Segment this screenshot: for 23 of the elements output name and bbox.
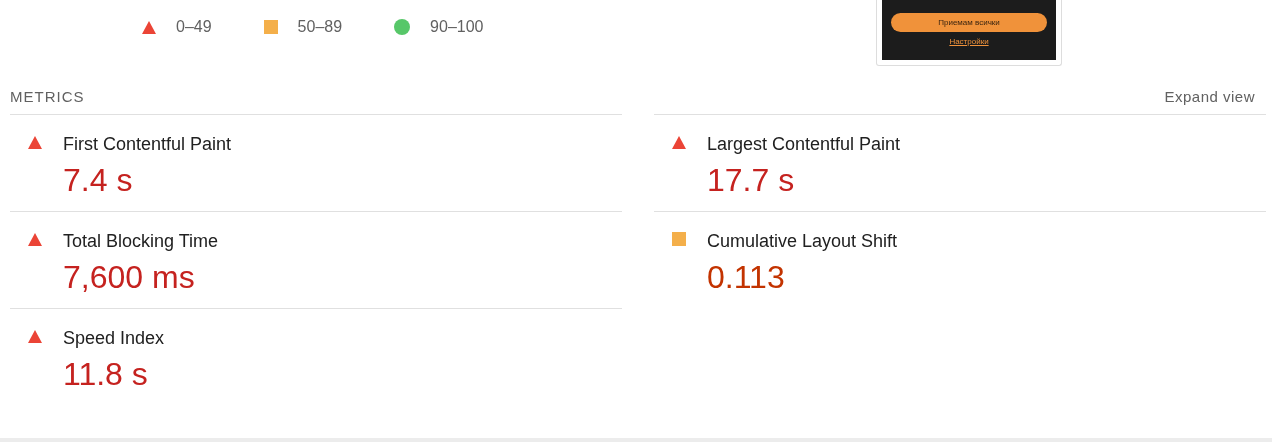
triangle-icon bbox=[672, 135, 686, 149]
legend-label: 0–49 bbox=[176, 17, 212, 37]
metric-name: First Contentful Paint bbox=[63, 133, 232, 156]
metric-name: Speed Index bbox=[63, 327, 165, 350]
circle-icon bbox=[394, 19, 411, 35]
metric-name: Total Blocking Time bbox=[63, 230, 219, 253]
section-title: METRICS bbox=[10, 86, 85, 107]
metric-value: 17.7 s bbox=[707, 161, 796, 200]
triangle-icon bbox=[28, 329, 42, 343]
metric-value: 11.8 s bbox=[63, 355, 149, 394]
legend-label: 90–100 bbox=[430, 17, 484, 37]
triangle-icon bbox=[28, 135, 42, 149]
metric-name: Cumulative Layout Shift bbox=[707, 230, 898, 253]
square-icon bbox=[672, 232, 686, 246]
expand-view-button[interactable]: Expand view bbox=[1164, 85, 1262, 109]
triangle-icon bbox=[28, 232, 42, 246]
legend-label: 50–89 bbox=[297, 17, 343, 37]
metric-value: 7.4 s bbox=[63, 161, 134, 200]
metric-value: 0.113 bbox=[707, 258, 786, 297]
triangle-icon bbox=[142, 20, 156, 34]
metric-value: 7,600 ms bbox=[63, 258, 196, 297]
square-icon bbox=[263, 20, 278, 34]
metric-name: Largest Contentful Paint bbox=[707, 133, 901, 156]
